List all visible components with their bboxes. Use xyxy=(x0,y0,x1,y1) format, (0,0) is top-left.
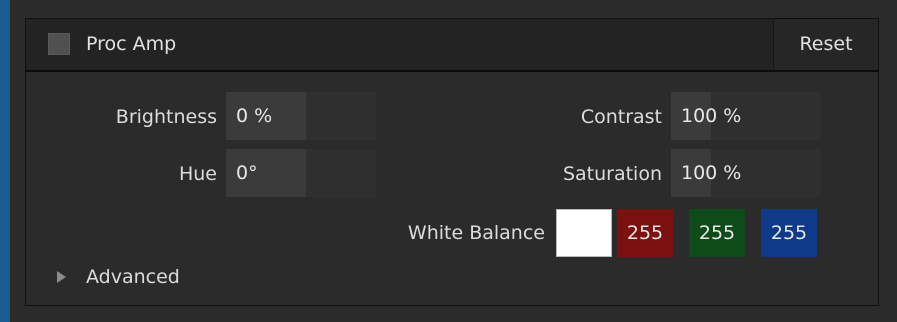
proc-amp-title: Proc Amp xyxy=(86,33,177,55)
saturation-label: Saturation xyxy=(562,163,662,185)
hue-slider[interactable]: 0° xyxy=(226,149,376,197)
proc-amp-enable-checkbox[interactable] xyxy=(48,33,70,55)
hue-label: Hue xyxy=(178,163,217,185)
contrast-value: 100 % xyxy=(681,105,742,127)
white-balance-blue-field[interactable]: 255 xyxy=(761,209,817,257)
left-accent-bar xyxy=(0,0,10,322)
white-balance-red-field[interactable]: 255 xyxy=(617,209,673,257)
advanced-toggle[interactable]: Advanced xyxy=(86,263,180,291)
contrast-label: Contrast xyxy=(580,106,662,128)
brightness-label: Brightness xyxy=(115,106,217,128)
triangle-right-icon[interactable] xyxy=(57,271,66,283)
saturation-slider[interactable]: 100 % xyxy=(671,149,821,197)
white-balance-label: White Balance xyxy=(407,222,545,244)
reset-button[interactable]: Reset xyxy=(774,19,878,70)
hue-value: 0° xyxy=(236,162,258,184)
white-balance-green-field[interactable]: 255 xyxy=(689,209,745,257)
contrast-slider[interactable]: 100 % xyxy=(671,92,821,140)
white-balance-swatch[interactable] xyxy=(556,209,612,257)
saturation-value: 100 % xyxy=(681,162,742,184)
brightness-value: 0 % xyxy=(236,105,273,127)
brightness-slider[interactable]: 0 % xyxy=(226,92,376,140)
